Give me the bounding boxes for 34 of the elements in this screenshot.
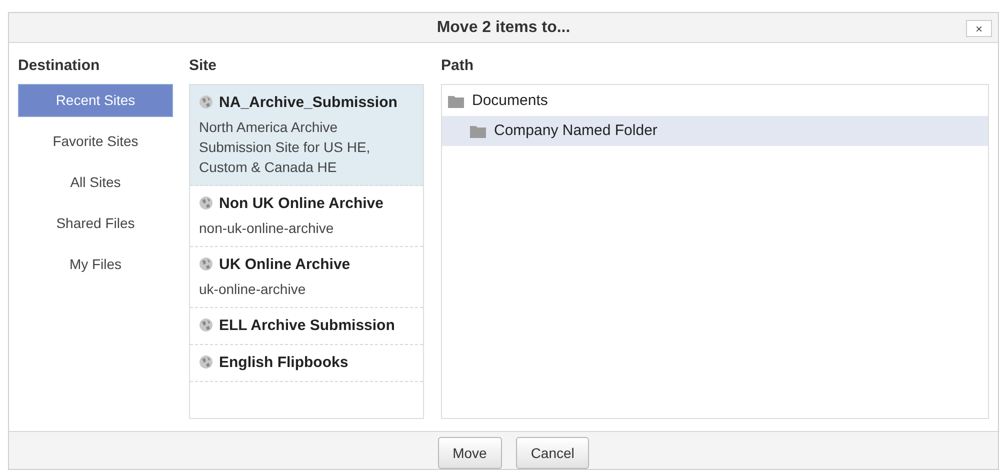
site-name: Non UK Online Archive	[219, 194, 384, 214]
destination-item[interactable]: My Files	[18, 248, 173, 281]
destination-item[interactable]: Recent Sites	[18, 84, 173, 117]
site-description: non-uk-online-archive	[199, 219, 335, 238]
dialog-title: Move 2 items to...	[436, 18, 570, 38]
site-description: North America Archive Submission Site for US HE, Custom & Canada HE	[199, 118, 372, 177]
site-item[interactable]: UK Online Archive uk-online-archive	[190, 247, 423, 308]
dialog-button[interactable]: Cancel	[516, 437, 590, 469]
folder-row[interactable]: Company Named Folder	[442, 116, 988, 146]
site-item[interactable]: ELL Archive Submission	[190, 308, 423, 345]
destination-item[interactable]: All Sites	[18, 166, 173, 199]
column-heading: Site	[189, 56, 218, 76]
site-item[interactable]: Non UK Online Archive non-uk-online-archive	[190, 186, 423, 247]
destination-item[interactable]: Shared Files	[18, 207, 173, 240]
globe-icon	[199, 95, 213, 109]
folder-icon	[448, 94, 464, 108]
column-heading: Destination	[18, 56, 101, 76]
folder-row[interactable]: Documents	[442, 86, 988, 116]
folder-icon	[470, 124, 486, 138]
globe-icon	[199, 355, 213, 369]
site-description: uk-online-archive	[199, 280, 307, 299]
globe-icon	[199, 318, 213, 332]
site-name: English Flipbooks	[219, 353, 348, 373]
site-name: UK Online Archive	[219, 255, 350, 275]
destination-item[interactable]: Favorite Sites	[18, 125, 173, 158]
site-item[interactable]: English Flipbooks	[190, 345, 423, 382]
close-button[interactable]: ×	[966, 20, 992, 37]
globe-icon	[199, 257, 213, 271]
globe-icon	[199, 196, 213, 210]
site-name: NA_Archive_Submission	[219, 93, 398, 113]
site-item[interactable]: NA_Archive_Submission North America Archive Submission Site for US HE, Custom & Canada HE	[190, 85, 423, 186]
site-name: ELL Archive Submission	[219, 316, 395, 336]
column-heading: Path	[441, 56, 475, 76]
dialog-button[interactable]: Move	[438, 437, 502, 469]
